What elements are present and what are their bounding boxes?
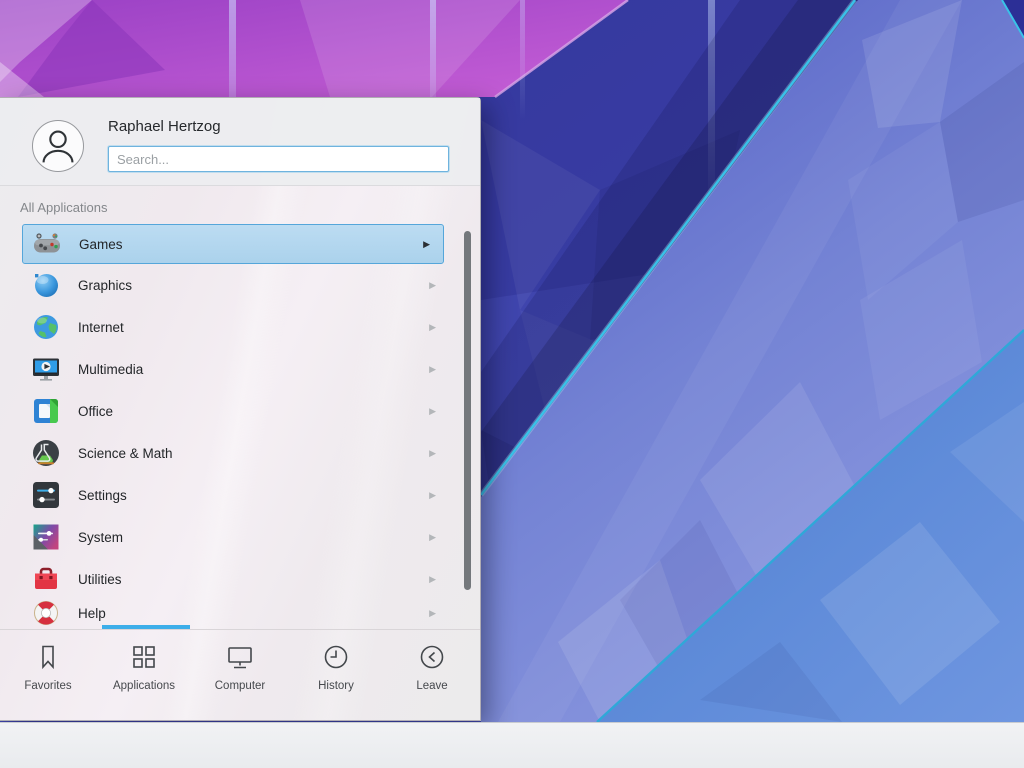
submenu-arrow-icon: ▶: [423, 239, 430, 250]
scrollbar[interactable]: [464, 231, 471, 590]
graphics-icon: [30, 269, 62, 301]
category-label: Graphics: [78, 278, 132, 293]
tab-label: History: [318, 680, 354, 692]
category-row-internet[interactable]: Internet ▶: [0, 306, 480, 348]
category-row-graphics[interactable]: Graphics ▶: [0, 264, 480, 306]
category-label: Office: [78, 404, 113, 419]
launcher-tab-bar: Favorites Applications C: [0, 630, 480, 722]
category-row-science-math[interactable]: Science & Math ▶: [0, 432, 480, 474]
category-label: Settings: [78, 488, 127, 503]
submenu-arrow-icon: ▶: [429, 406, 436, 417]
category-list: Games ▶ Graphics ▶: [0, 223, 480, 630]
applications-icon: [129, 642, 159, 672]
taskbar: ES ▲ 7:03 PM 4/24/21: [0, 722, 1024, 768]
tab-computer[interactable]: Computer: [192, 630, 288, 722]
system-icon: [30, 521, 62, 553]
category-label: Help: [78, 606, 106, 621]
history-icon: [321, 642, 351, 672]
category-row-help[interactable]: Help ▶: [0, 592, 480, 630]
submenu-arrow-icon: ▶: [429, 448, 436, 459]
tab-favorites[interactable]: Favorites: [0, 630, 96, 722]
category-label: Games: [79, 237, 123, 252]
category-row-multimedia[interactable]: Multimedia ▶: [0, 348, 480, 390]
category-label: System: [78, 530, 123, 545]
submenu-arrow-icon: ▶: [429, 608, 436, 619]
submenu-arrow-icon: ▶: [429, 490, 436, 501]
tab-label: Applications: [113, 680, 175, 692]
submenu-arrow-icon: ▶: [429, 280, 436, 291]
application-launcher-menu: Raphael Hertzog All Applications Games: [0, 97, 481, 721]
category-row-games[interactable]: Games ▶: [22, 224, 444, 264]
user-avatar[interactable]: [32, 120, 84, 172]
user-avatar-icon: [33, 121, 83, 171]
submenu-arrow-icon: ▶: [429, 574, 436, 585]
utilities-icon: [30, 563, 62, 595]
help-icon: [30, 597, 62, 629]
category-row-office[interactable]: Office ▶: [0, 390, 480, 432]
category-row-settings[interactable]: Settings ▶: [0, 474, 480, 516]
menu-header: Raphael Hertzog: [0, 98, 480, 186]
tab-label: Leave: [416, 680, 447, 692]
office-icon: [30, 395, 62, 427]
tab-leave[interactable]: Leave: [384, 630, 480, 722]
games-icon: [31, 228, 63, 260]
section-label: All Applications: [20, 200, 107, 215]
multimedia-icon: [30, 353, 62, 385]
desktop: Raphael Hertzog All Applications Games: [0, 0, 1024, 768]
search-input[interactable]: [108, 146, 449, 172]
submenu-arrow-icon: ▶: [429, 364, 436, 375]
tab-applications[interactable]: Applications: [96, 630, 192, 722]
category-label: Internet: [78, 320, 124, 335]
settings-icon: [30, 479, 62, 511]
internet-icon: [30, 311, 62, 343]
leave-icon: [417, 642, 447, 672]
category-label: Multimedia: [78, 362, 143, 377]
tab-label: Computer: [215, 680, 266, 692]
help-underline-bar: [102, 625, 190, 629]
submenu-arrow-icon: ▶: [429, 532, 436, 543]
submenu-arrow-icon: ▶: [429, 322, 436, 333]
category-row-system[interactable]: System ▶: [0, 516, 480, 558]
user-name: Raphael Hertzog: [108, 118, 221, 135]
tab-history[interactable]: History: [288, 630, 384, 722]
science-math-icon: [30, 437, 62, 469]
tab-label: Favorites: [24, 680, 71, 692]
computer-icon: [225, 642, 255, 672]
category-label: Utilities: [78, 572, 122, 587]
category-label: Science & Math: [78, 446, 173, 461]
favorites-icon: [33, 642, 63, 672]
